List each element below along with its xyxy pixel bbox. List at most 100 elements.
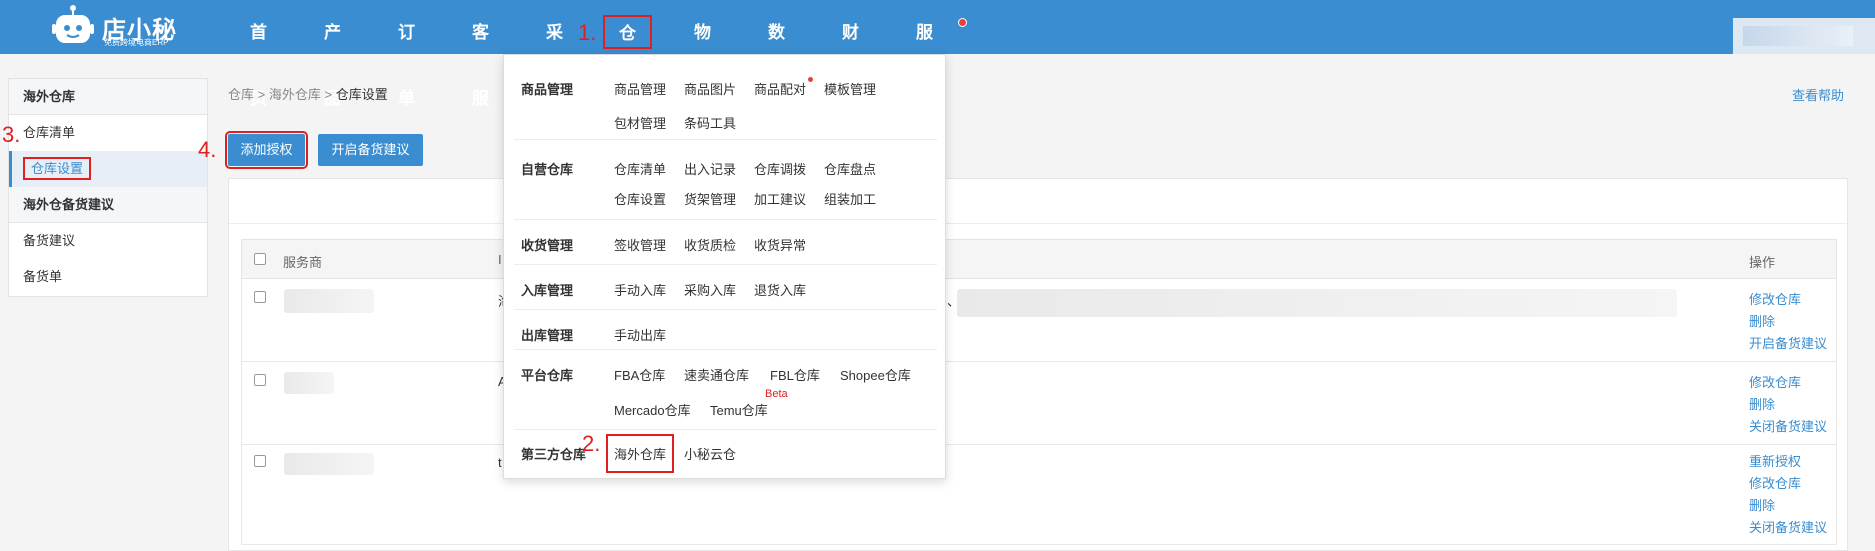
top-navbar: 店小秘 免费跨境电商ERP 首页 产品 订单 客服 采购 仓库 物流 数据 财务… bbox=[0, 0, 1875, 108]
menu-link[interactable]: 加工建议 bbox=[754, 189, 806, 208]
panel-toolbar bbox=[229, 179, 1847, 224]
delete-link[interactable]: 删除 bbox=[1749, 495, 1827, 517]
menu-section-inbound: 入库管理 手动入库 采购入库 退货入库 bbox=[514, 265, 937, 310]
brand-tagline: 免费跨境电商ERP bbox=[104, 38, 169, 47]
nav-item-warehouse[interactable]: 仓库 bbox=[603, 15, 652, 77]
menu-link[interactable]: 商品配对 bbox=[754, 79, 806, 98]
menu-link[interactable]: 采购入库 bbox=[684, 280, 736, 299]
annotation-1: 1. bbox=[578, 20, 597, 45]
menu-link[interactable]: 手动出库 bbox=[614, 325, 666, 344]
menu-section-title: 自营仓库 bbox=[521, 162, 574, 177]
notification-dot bbox=[958, 18, 967, 27]
menu-link[interactable]: 收货质检 bbox=[684, 235, 736, 254]
menu-link[interactable]: 组装加工 bbox=[824, 189, 876, 208]
menu-link[interactable]: Shopee仓库 bbox=[840, 365, 911, 384]
menu-section-outbound: 出库管理 手动出库 bbox=[514, 310, 937, 350]
row-checkbox[interactable] bbox=[254, 374, 266, 386]
menu-section-third-party: 第三方仓库 海外仓库 小秘云仓 bbox=[514, 430, 937, 475]
menu-link[interactable]: 仓库清单 bbox=[614, 159, 666, 178]
menu-link[interactable]: 仓库盘点 bbox=[824, 159, 876, 178]
menu-link[interactable]: 收货异常 bbox=[754, 235, 806, 254]
menu-section-product: 商品管理 商品管理 商品图片 商品配对 模板管理 包材管理 条码工具 bbox=[514, 65, 937, 140]
menu-link[interactable]: 退货入库 bbox=[754, 280, 806, 299]
menu-link[interactable]: FBL仓库 bbox=[770, 365, 820, 384]
close-restock-link[interactable]: 关闭备货建议 bbox=[1749, 517, 1827, 539]
nav-item-products[interactable]: 产品 bbox=[324, 0, 341, 108]
add-authorization-button[interactable]: 添加授权 bbox=[225, 131, 308, 169]
sidebar-item-label: 仓库清单 bbox=[23, 125, 76, 140]
menu-section-receiving: 收货管理 签收管理 收货质检 收货异常 bbox=[514, 220, 937, 265]
menu-link[interactable]: 商品管理 bbox=[614, 79, 666, 98]
sidebar-item-warehouse-settings[interactable]: 仓库设置 bbox=[9, 151, 207, 187]
menu-section-self-warehouse: 自营仓库 仓库清单 出入记录 仓库调拨 仓库盘点 仓库设置 货架管理 加工建议 … bbox=[514, 140, 937, 220]
menu-section-platform-warehouse: 平台仓库 FBA仓库 速卖通仓库 FBL仓库 Shopee仓库 Mercado仓… bbox=[514, 350, 937, 430]
menu-link[interactable]: 仓库调拨 bbox=[754, 159, 806, 178]
breadcrumb-item[interactable]: 仓库 bbox=[228, 87, 254, 102]
annotation-3: 3. bbox=[2, 122, 21, 147]
nav-item-logistics[interactable]: 物流 bbox=[694, 0, 711, 108]
open-restock-link[interactable]: 开启备货建议 bbox=[1749, 333, 1827, 355]
user-account-area[interactable] bbox=[1733, 18, 1875, 54]
edit-warehouse-link[interactable]: 修改仓库 bbox=[1749, 473, 1827, 495]
menu-section-title: 平台仓库 bbox=[521, 368, 574, 383]
table-header: 服务商 I 操作 bbox=[241, 239, 1837, 279]
annotation-4: 4. bbox=[198, 137, 217, 162]
table-row: 海 、 修改仓库 删除 开启备货建议 bbox=[241, 279, 1837, 362]
blurred-details bbox=[957, 289, 1677, 317]
breadcrumb-item[interactable]: 海外仓库 bbox=[269, 87, 321, 102]
open-restock-advice-button[interactable]: 开启备货建议 bbox=[318, 134, 423, 166]
header-col2: I bbox=[498, 252, 502, 267]
menu-link[interactable]: 商品图片 bbox=[684, 79, 736, 98]
help-link[interactable]: 查看帮助 bbox=[1792, 85, 1844, 104]
menu-section-title: 商品管理 bbox=[521, 82, 574, 97]
close-restock-link[interactable]: 关闭备货建议 bbox=[1749, 416, 1827, 438]
menu-link[interactable]: 包材管理 bbox=[614, 113, 666, 132]
breadcrumb-current: 仓库设置 bbox=[335, 87, 388, 102]
menu-link[interactable]: Temu仓库 bbox=[710, 400, 768, 419]
blurred-provider bbox=[284, 289, 374, 313]
nav-item-home[interactable]: 首页 bbox=[250, 0, 267, 108]
edit-warehouse-link[interactable]: 修改仓库 bbox=[1749, 289, 1827, 311]
menu-link[interactable]: 手动入库 bbox=[614, 280, 666, 299]
sidebar-item-warehouse-list[interactable]: 仓库清单 bbox=[9, 115, 207, 151]
header-ops: 操作 bbox=[1749, 255, 1776, 270]
nav-item-purchase[interactable]: 采购 bbox=[546, 0, 563, 108]
content-panel: 服务商 I 操作 海 、 修改仓库 删除 开启备货建议 A 修改仓库 删除 关闭… bbox=[228, 178, 1848, 551]
menu-link[interactable]: 仓库设置 bbox=[614, 189, 666, 208]
nav-item-service[interactable]: 客服 bbox=[472, 0, 489, 108]
edit-warehouse-link[interactable]: 修改仓库 bbox=[1749, 372, 1827, 394]
menu-link[interactable]: 模板管理 bbox=[824, 79, 876, 98]
menu-section-title: 第三方仓库 bbox=[521, 447, 587, 462]
nav-item-orders[interactable]: 订单 bbox=[398, 0, 415, 108]
row-actions: 修改仓库 删除 关闭备货建议 bbox=[1749, 372, 1827, 438]
row-checkbox[interactable] bbox=[254, 291, 266, 303]
reauthorize-link[interactable]: 重新授权 bbox=[1749, 451, 1827, 473]
menu-link[interactable]: Mercado仓库 bbox=[614, 400, 691, 419]
logo[interactable]: 店小秘 免费跨境电商ERP bbox=[50, 4, 190, 50]
nav-item-finance[interactable]: 财务 bbox=[842, 0, 859, 108]
sidebar-item-restock-advice[interactable]: 备货建议 bbox=[9, 223, 207, 259]
menu-link[interactable]: 货架管理 bbox=[684, 189, 736, 208]
menu-link[interactable]: FBA仓库 bbox=[614, 365, 665, 384]
row-checkbox[interactable] bbox=[254, 455, 266, 467]
select-all-checkbox[interactable] bbox=[254, 253, 266, 265]
menu-link[interactable]: 出入记录 bbox=[684, 159, 736, 178]
sidebar-item-label: 备货建议 bbox=[23, 233, 76, 248]
menu-link[interactable]: 签收管理 bbox=[614, 235, 666, 254]
menu-section-title: 收货管理 bbox=[521, 238, 574, 253]
delete-link[interactable]: 删除 bbox=[1749, 394, 1827, 416]
menu-link[interactable]: 速卖通仓库 bbox=[684, 365, 749, 384]
row-actions: 修改仓库 删除 开启备货建议 bbox=[1749, 289, 1827, 355]
sidebar-item-label: 仓库设置 bbox=[23, 157, 92, 180]
nav-item-data[interactable]: 数据 bbox=[768, 0, 785, 108]
table-row: A 修改仓库 删除 关闭备货建议 bbox=[241, 362, 1837, 445]
menu-link[interactable]: 条码工具 bbox=[684, 113, 736, 132]
sidebar-item-restock-orders[interactable]: 备货单 bbox=[9, 259, 207, 295]
menu-link-overseas-warehouse[interactable]: 海外仓库 bbox=[606, 434, 675, 473]
nav-item-services[interactable]: 服务 bbox=[916, 0, 933, 108]
new-dot bbox=[808, 77, 813, 82]
menu-link[interactable]: 小秘云仓 bbox=[684, 444, 736, 463]
row-actions: 重新授权 修改仓库 删除 关闭备货建议 bbox=[1749, 451, 1827, 539]
delete-link[interactable]: 删除 bbox=[1749, 311, 1827, 333]
warehouse-dropdown-menu: 商品管理 商品管理 商品图片 商品配对 模板管理 包材管理 条码工具 自营仓库 … bbox=[503, 54, 946, 479]
